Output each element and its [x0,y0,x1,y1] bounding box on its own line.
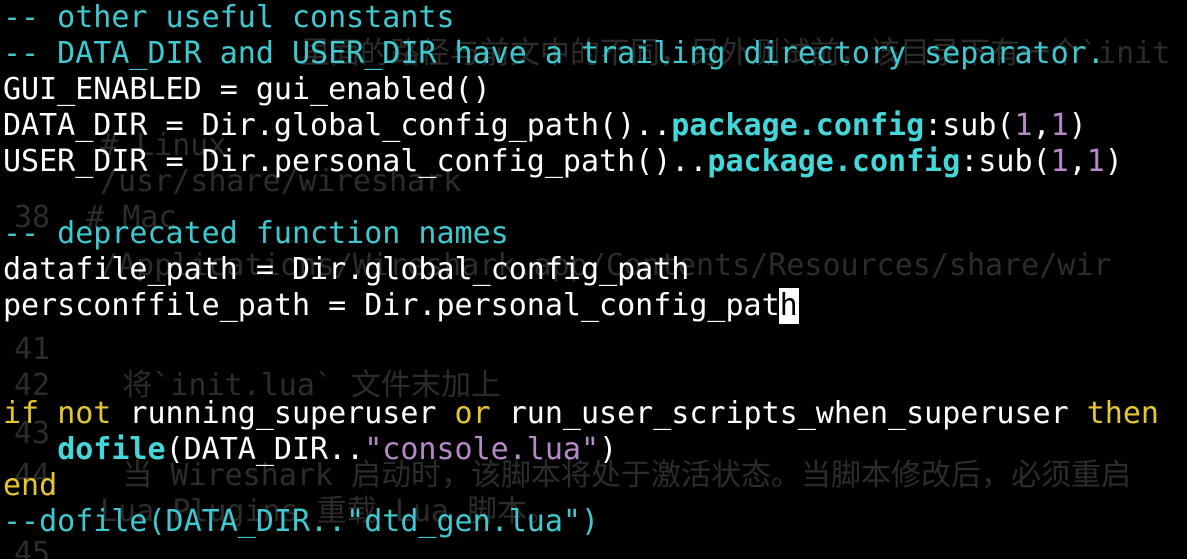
code-token: ) [599,432,618,467]
code-token: package.config [707,144,961,179]
code-line[interactable]: dofile(DATA_DIR.."console.lua") [3,432,1187,468]
code-token: end [3,468,58,503]
code-token: running_superuser [111,396,455,431]
code-line[interactable]: end [3,468,1187,504]
code-token: if [3,396,40,431]
code-line[interactable]: -- deprecated function names [3,216,1187,252]
code-line[interactable]: DATA_DIR = Dir.global_config_path()..pac… [3,108,1187,144]
code-token: GUI_ENABLED = gui_enabled() [3,72,491,107]
text-cursor: h [778,288,799,324]
code-token: or [454,396,491,431]
code-token: --dofile(DATA_DIR.."dtd_gen.lua") [3,504,600,539]
code-line[interactable]: -- DATA_DIR and USER_DIR have a trailing… [3,36,1187,72]
code-token: :sub( [960,144,1051,179]
code-line[interactable] [3,360,1187,396]
code-line[interactable] [3,180,1187,216]
code-token: run_user_scripts_when_superuser [490,396,1087,431]
code-line[interactable]: -- other useful constants [3,0,1187,36]
code-token: 1 [1050,108,1069,143]
code-token: 1 [1014,108,1033,143]
code-token: ) [1104,144,1123,179]
code-token: -- deprecated function names [3,216,509,251]
code-line[interactable]: if not running_superuser or run_user_scr… [3,396,1187,432]
code-token: datafile_path = Dir.global_config_path [3,252,690,287]
code-token: -- DATA_DIR and USER_DIR have a trailing… [3,36,1105,71]
code-token: persconffile_path = Dir.personal_config_… [3,288,780,323]
code-token: ) [1068,108,1087,143]
code-line[interactable]: --dofile(DATA_DIR.."dtd_gen.lua") [3,504,1187,540]
code-token: 1 [1050,144,1069,179]
code-token: then [1086,396,1159,431]
code-token: 1 [1086,144,1105,179]
code-token: , [1068,144,1087,179]
code-token: , [1032,108,1051,143]
code-token: "console.lua" [364,432,600,467]
code-token: dofile [57,432,166,467]
code-token: (DATA_DIR.. [165,432,365,467]
code-line[interactable]: USER_DIR = Dir.personal_config_path()..p… [3,144,1187,180]
code-area[interactable]: -- other useful constants -- DATA_DIR and… [3,0,1187,540]
code-token: USER_DIR = Dir.personal_config_path().. [3,144,708,179]
code-token: package.config [671,108,925,143]
terminal-editor[interactable]: 里面的路径与前文中的不同，另外测试前，该目录下有一个`init # Linux … [0,0,1187,559]
code-line[interactable]: GUI_ENABLED = gui_enabled() [3,72,1187,108]
code-token: :sub( [924,108,1015,143]
code-token: DATA_DIR = Dir.global_config_path().. [3,108,672,143]
code-line[interactable] [3,324,1187,360]
code-token: -- other useful constants [3,0,455,35]
code-token: not [57,396,112,431]
code-line[interactable]: persconffile_path = Dir.personal_config_… [3,288,1187,324]
code-line[interactable]: datafile_path = Dir.global_config_path [3,252,1187,288]
